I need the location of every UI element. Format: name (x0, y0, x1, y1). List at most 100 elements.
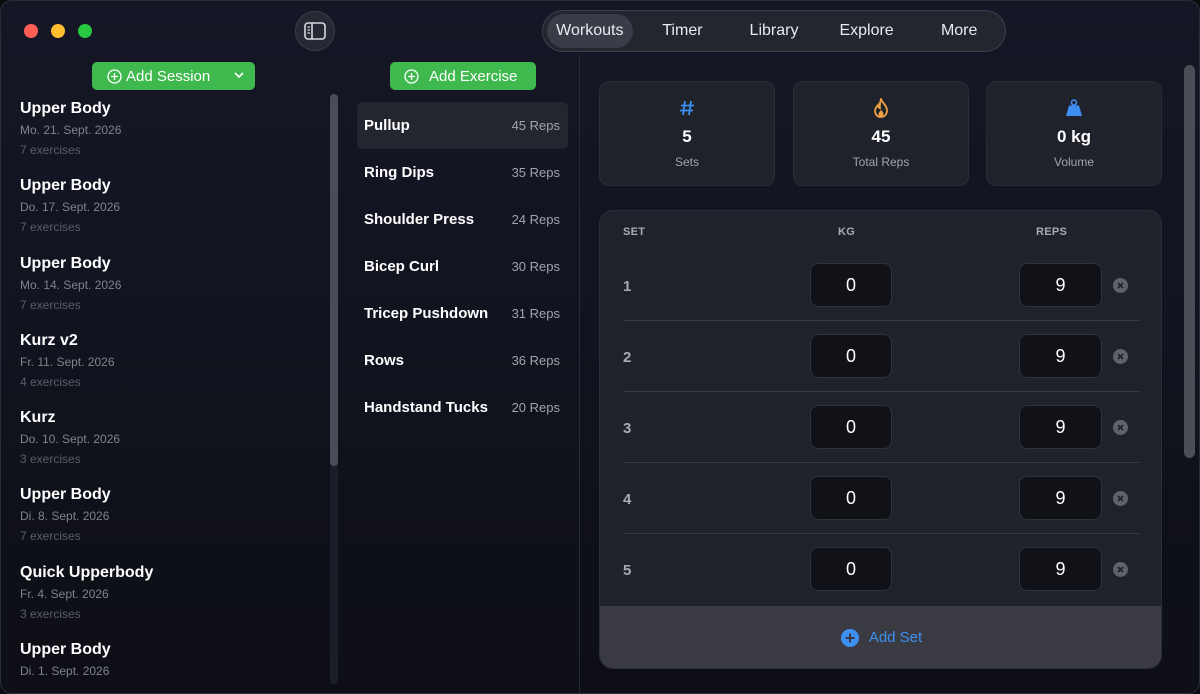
session-date: Mo. 21. Sept. 2026 (20, 123, 122, 137)
add-session-button[interactable]: Add Session (92, 62, 255, 90)
column-header-reps: REPS (1036, 226, 1068, 238)
list-item[interactable]: Bicep Curl 30 Reps (357, 243, 568, 290)
session-exercise-count: 7 exercises (20, 143, 81, 157)
session-title: Upper Body (20, 641, 111, 659)
sessions-scrollbar[interactable] (330, 94, 338, 466)
session-exercise-count: 7 exercises (20, 297, 81, 312)
detail-scrollbar[interactable] (1184, 65, 1195, 458)
list-item[interactable]: Pullup 45 Reps (357, 102, 568, 149)
list-item[interactable]: Rows 36 Reps (357, 337, 568, 384)
main-tab-bar: Workouts Timer Library Explore More (542, 10, 1006, 52)
exercise-name: Bicep Curl (364, 258, 440, 275)
stat-value: 45 (871, 127, 891, 146)
add-exercise-button[interactable]: Add Exercise (390, 62, 536, 90)
stat-label: Total Reps (852, 155, 910, 169)
session-exercise-count: 7 exercises (20, 220, 81, 235)
close-window-button[interactable] (24, 24, 38, 38)
add-set-button[interactable]: Add Set (600, 606, 1161, 668)
exercise-name: Rows (364, 352, 405, 369)
set-number: 2 (623, 349, 632, 366)
table-row: 2 0 9 (600, 321, 1161, 392)
session-title: Quick Upperbody (20, 563, 154, 581)
exercise-name: Tricep Pushdown (364, 305, 489, 322)
remove-set-icon[interactable] (1113, 491, 1128, 506)
session-title: Kurz (20, 409, 56, 427)
sets-table: SET KG REPS 1 0 9 2 0 9 3 0 9 4 0 9 5 0 … (599, 210, 1162, 669)
reps-input[interactable]: 9 (1019, 405, 1102, 449)
kg-input[interactable]: 0 (810, 547, 892, 591)
session-item[interactable]: Quick Upperbody Fr. 4. Sept. 2026 3 exer… (1, 557, 331, 634)
session-date: Di. 8. Sept. 2026 (20, 509, 110, 524)
app-window: Workouts Timer Library Explore More Add … (0, 0, 1200, 694)
plus-circle-fill-icon (840, 628, 859, 647)
session-date: Fr. 4. Sept. 2026 (20, 586, 109, 601)
session-title: Upper Body (20, 177, 111, 195)
remove-set-icon[interactable] (1113, 349, 1128, 364)
exercise-name: Ring Dips (364, 164, 434, 181)
session-item[interactable]: Kurz v2 Fr. 11. Sept. 2026 4 exercises (1, 325, 331, 402)
session-exercise-count (20, 684, 331, 693)
stat-card-volume: 0 kg Volume (986, 81, 1162, 186)
session-exercise-count: 4 exercises (20, 374, 81, 389)
plus-circle-icon (107, 68, 122, 84)
add-session-label: Add Session (126, 67, 211, 85)
exercise-reps: 35 Reps (511, 165, 560, 180)
table-row: 3 0 9 (600, 392, 1161, 463)
list-item[interactable]: Shoulder Press 24 Reps (357, 196, 568, 243)
tab-workouts[interactable]: Workouts (547, 14, 633, 48)
session-date: Do. 17. Sept. 2026 (20, 200, 121, 215)
sidebar-toggle-button[interactable] (295, 11, 335, 51)
set-number: 3 (623, 420, 632, 437)
session-exercise-count: 3 exercises (20, 606, 81, 621)
tab-timer[interactable]: Timer (633, 14, 733, 48)
exercise-name: Handstand Tucks (364, 399, 488, 416)
flame-icon (873, 98, 889, 118)
add-set-label: Add Set (868, 629, 923, 646)
remove-set-icon[interactable] (1113, 562, 1128, 577)
plus-circle-icon (404, 68, 419, 84)
reps-input[interactable]: 9 (1019, 334, 1102, 378)
session-item[interactable]: Upper Body Mo. 14. Sept. 2026 7 exercise… (1, 248, 331, 325)
session-item[interactable]: Upper Body Di. 8. Sept. 2026 7 exercises (1, 479, 331, 556)
exercise-reps: 24 Reps (511, 212, 560, 227)
session-title: Kurz v2 (20, 331, 78, 349)
stat-value: 0 kg (1056, 127, 1092, 146)
kg-input[interactable]: 0 (810, 405, 892, 449)
add-exercise-label: Add Exercise (429, 67, 518, 85)
stat-card-total-reps: 45 Total Reps (793, 81, 969, 186)
reps-input[interactable]: 9 (1019, 476, 1102, 520)
session-item[interactable]: Upper Body Do. 17. Sept. 2026 7 exercise… (1, 170, 331, 247)
remove-set-icon[interactable] (1113, 278, 1128, 293)
tab-explore[interactable]: Explore (816, 14, 918, 48)
minimize-window-button[interactable] (51, 24, 65, 38)
remove-set-icon[interactable] (1113, 420, 1128, 435)
set-number: 5 (623, 562, 632, 579)
exercise-reps: 45 Reps (511, 118, 560, 133)
table-row: 5 0 9 (600, 534, 1161, 605)
kg-input[interactable]: 0 (810, 476, 892, 520)
list-item[interactable]: Tricep Pushdown 31 Reps (357, 290, 568, 337)
session-item[interactable]: Upper Body Mo. 21. Sept. 2026 7 exercise… (1, 93, 331, 170)
set-number: 1 (623, 278, 632, 295)
session-exercise-count: 3 exercises (20, 452, 81, 467)
tab-library[interactable]: Library (732, 14, 816, 48)
session-item[interactable]: Upper Body Di. 1. Sept. 2026 (1, 634, 331, 693)
session-date: Fr. 11. Sept. 2026 (20, 354, 115, 369)
session-title: Upper Body (20, 254, 111, 272)
list-item[interactable]: Handstand Tucks 20 Reps (357, 384, 568, 431)
tab-more[interactable]: More (917, 14, 1001, 48)
stat-card-sets: 5 Sets (599, 81, 775, 186)
scalemass-icon (1065, 98, 1083, 118)
session-exercise-count: 7 exercises (20, 529, 81, 544)
zoom-window-button[interactable] (78, 24, 92, 38)
chevron-down-icon[interactable] (233, 68, 245, 82)
reps-input[interactable]: 9 (1019, 263, 1102, 307)
session-item[interactable]: Kurz Do. 10. Sept. 2026 3 exercises (1, 402, 331, 479)
session-date: Di. 1. Sept. 2026 (20, 664, 110, 679)
column-header-set: SET (623, 226, 646, 238)
reps-input[interactable]: 9 (1019, 547, 1102, 591)
kg-input[interactable]: 0 (810, 334, 892, 378)
kg-input[interactable]: 0 (810, 263, 892, 307)
list-item[interactable]: Ring Dips 35 Reps (357, 149, 568, 196)
sidebar-icon (304, 22, 326, 40)
